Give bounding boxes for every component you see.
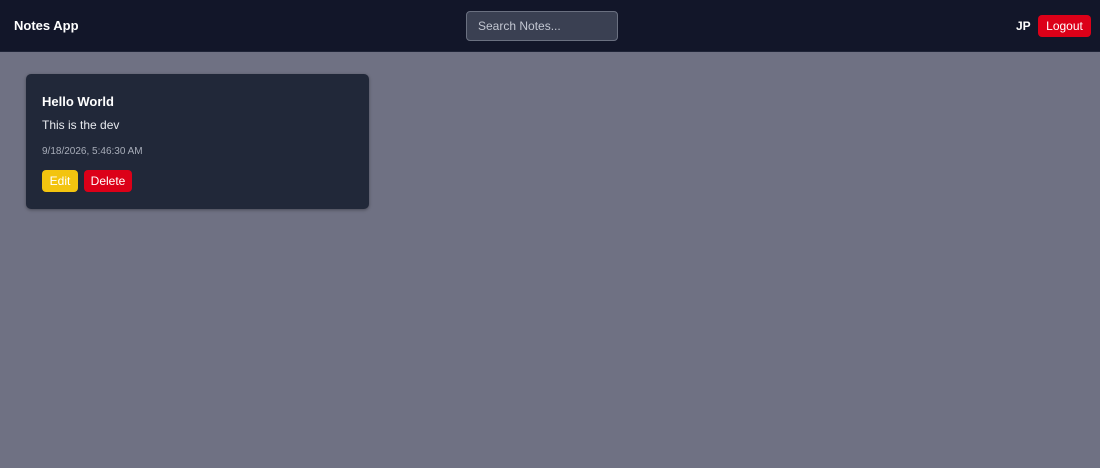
note-title: Hello World [42,94,114,109]
user-initials: JP [1016,19,1031,33]
logout-button[interactable]: Logout [1038,15,1091,37]
note-body: This is the dev [42,118,120,132]
delete-button[interactable]: Delete [84,170,132,192]
note-card: Hello World This is the dev 9/18/2026, 5… [26,74,369,209]
search-input[interactable] [466,11,618,41]
edit-button[interactable]: Edit [42,170,78,192]
note-timestamp: 9/18/2026, 5:46:30 AM [42,146,143,157]
navbar: Notes App JP Logout [0,0,1100,52]
app-brand[interactable]: Notes App [14,18,79,34]
